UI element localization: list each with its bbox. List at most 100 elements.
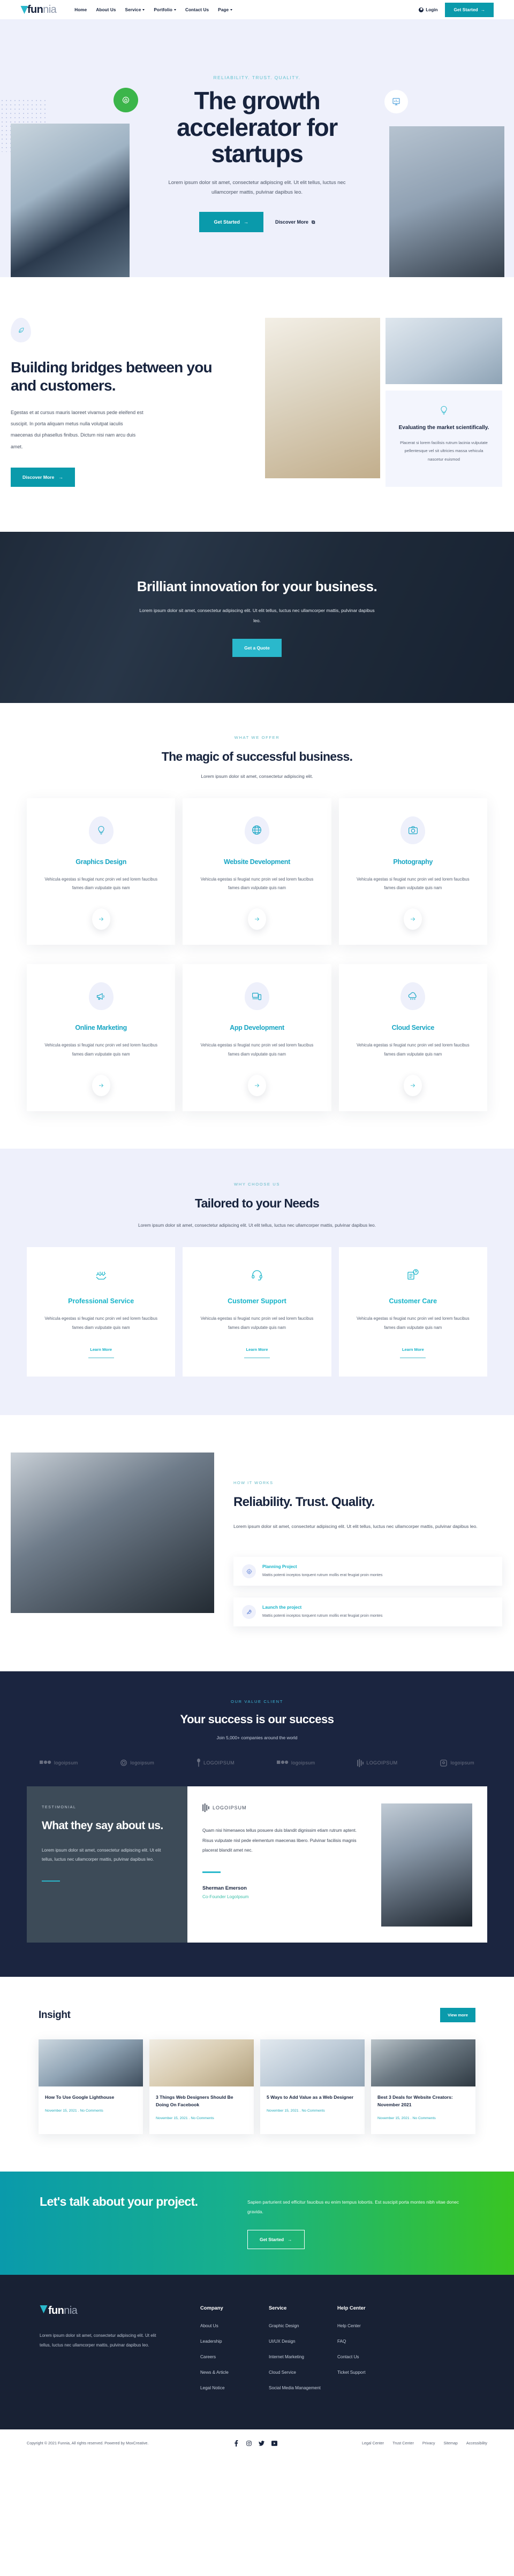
- nav-item-service[interactable]: Service: [125, 7, 145, 12]
- services-wrap: WHAT WE OFFER The magic of successful bu…: [27, 735, 487, 1112]
- brand-logo[interactable]: funnia: [20, 4, 57, 16]
- nav-label: Home: [74, 7, 87, 12]
- how-eyebrow: HOW IT WORKS: [233, 1480, 274, 1485]
- nav-item-page[interactable]: Page: [218, 7, 233, 12]
- footer-link-social-media-management[interactable]: Social Media Management: [269, 2384, 337, 2391]
- service-card[interactable]: App Development Vehicula egestas si feug…: [183, 964, 331, 1112]
- testimonial-quote: Quam nisi himenaeos tellus posuere duis …: [202, 1828, 357, 1853]
- banner-text: Lorem ipsum dolor sit amet, consectetur …: [139, 607, 375, 623]
- service-card-arrow-button[interactable]: [92, 908, 110, 930]
- footer-bottom-bar: Copyright © 2021 Funnia, All rights rese…: [0, 2429, 514, 2457]
- blog-card[interactable]: 3 Things Web Designers Should Be Doing O…: [149, 2039, 254, 2134]
- blog-card[interactable]: How To Use Google Lighthouse November 15…: [39, 2039, 143, 2134]
- footer-link-careers[interactable]: Careers: [200, 2353, 269, 2360]
- target-icon: [242, 1564, 256, 1579]
- footer-link-help-center[interactable]: Help Center: [337, 2322, 406, 2329]
- how-step-body: Planning Project Mattis potenti inceptos…: [262, 1564, 383, 1578]
- testimonial-author-photo: [381, 1803, 472, 1927]
- tailored-card-link[interactable]: Learn More: [41, 1332, 161, 1358]
- hero-discover-more-link[interactable]: Discover More ⧉: [275, 219, 315, 225]
- get-a-quote-button[interactable]: Get a Quote: [232, 638, 282, 657]
- nav-label: Portfolio: [154, 7, 172, 12]
- banner-title: Brilliant innovation for your business.: [137, 578, 377, 594]
- nav-item-about-us[interactable]: About Us: [96, 7, 116, 12]
- tailored-card-link[interactable]: Learn More: [353, 1332, 473, 1358]
- get-started-label: Get Started: [453, 7, 478, 12]
- hero-section: RELIABILITY. TRUST. QUALITY. The growth …: [0, 19, 514, 277]
- footer-link-faq[interactable]: FAQ: [337, 2338, 406, 2345]
- youtube-icon[interactable]: [271, 2440, 278, 2447]
- footer-link-internet-marketing[interactable]: Internet Marketing: [269, 2353, 337, 2360]
- footer-link-graphic-design[interactable]: Graphic Design: [269, 2322, 337, 2329]
- tailored-card-link[interactable]: Learn More: [196, 1332, 317, 1358]
- hero-get-started-button[interactable]: Get Started →: [199, 212, 264, 233]
- chevron-down-icon: [173, 9, 176, 11]
- twitter-icon[interactable]: [259, 2440, 265, 2447]
- footer-link-legal-notice[interactable]: Legal Notice: [200, 2384, 269, 2391]
- growth-badge-icon: [114, 88, 138, 112]
- footer-link-about-us[interactable]: About Us: [200, 2322, 269, 2329]
- footer-bottom-link-privacy[interactable]: Privacy: [422, 2441, 435, 2445]
- how-step-card[interactable]: Launch the project Mattis potenti incept…: [233, 1597, 502, 1627]
- testimonial-card: LOGOIPSUM Quam nisi himenaeos tellus pos…: [187, 1786, 487, 1943]
- footer-bottom-links: Legal Center Trust Center Privacy Sitema…: [362, 2441, 487, 2445]
- view-more-button[interactable]: View more: [440, 2008, 475, 2023]
- cta-get-started-label: Get Started: [260, 2236, 284, 2242]
- blog-card-title: How To Use Google Lighthouse: [45, 2095, 115, 2100]
- login-link[interactable]: Login: [419, 7, 437, 12]
- blog-thumbnail: [149, 2039, 254, 2087]
- service-card-arrow-button[interactable]: [92, 1075, 110, 1097]
- footer-link-news-article[interactable]: News & Article: [200, 2369, 269, 2376]
- how-step-title: Planning Project: [262, 1564, 297, 1570]
- instagram-icon[interactable]: [246, 2440, 252, 2447]
- footer-logo[interactable]: funnia: [40, 2305, 200, 2317]
- service-card[interactable]: Website Development Vehicula egestas si …: [183, 798, 331, 945]
- tailored-card-title: Customer Support: [228, 1297, 286, 1305]
- service-card-arrow-button[interactable]: [404, 1075, 422, 1097]
- footer-bottom-link-trust-center[interactable]: Trust Center: [392, 2441, 414, 2445]
- blog-card-title: 5 Ways to Add Value as a Web Designer: [267, 2095, 354, 2100]
- bridges-discover-more-button[interactable]: Discover More →: [11, 467, 75, 487]
- how-step-card[interactable]: Planning Project Mattis potenti inceptos…: [233, 1557, 502, 1586]
- nav-item-home[interactable]: Home: [74, 7, 87, 12]
- service-card-arrow-button[interactable]: [404, 908, 422, 930]
- service-card[interactable]: Online Marketing Vehicula egestas si feu…: [27, 964, 176, 1112]
- service-card-arrow-button[interactable]: [247, 908, 266, 930]
- service-card[interactable]: Graphics Design Vehicula egestas si feug…: [27, 798, 176, 945]
- service-card-arrow-button[interactable]: [247, 1075, 266, 1097]
- hero-buttons: Get Started → Discover More ⧉: [150, 212, 364, 233]
- site-footer: funnia Lorem ipsum dolor sit amet, conse…: [0, 2274, 514, 2429]
- tailored-card-text: Vehicula egestas si feugiat nunc proin v…: [357, 1316, 470, 1330]
- tailored-card[interactable]: Customer Care Vehicula egestas si feugia…: [338, 1247, 487, 1377]
- footer-bottom-link-sitemap[interactable]: Sitemap: [443, 2441, 457, 2445]
- service-card-text: Vehicula egestas si feugiat nunc proin v…: [200, 876, 314, 891]
- nav-item-contact-us[interactable]: Contact Us: [185, 7, 209, 12]
- service-card-title: Online Marketing: [75, 1024, 127, 1032]
- footer-link-leadership[interactable]: Leadership: [200, 2338, 269, 2345]
- get-started-button[interactable]: Get Started →: [445, 2, 494, 17]
- rocket-icon: [242, 1605, 256, 1619]
- footer-bottom-link-legal-center[interactable]: Legal Center: [362, 2441, 384, 2445]
- blog-card[interactable]: 5 Ways to Add Value as a Web Designer No…: [260, 2039, 365, 2134]
- tailored-card[interactable]: Professional Service Vehicula egestas si…: [27, 1247, 176, 1377]
- nav-item-portfolio[interactable]: Portfolio: [154, 7, 176, 12]
- how-step-body: Launch the project Mattis potenti incept…: [262, 1605, 383, 1619]
- cta-get-started-button[interactable]: Get Started →: [247, 2229, 305, 2249]
- bridges-media: Evaluating the market scientifically. Pl…: [265, 318, 514, 487]
- service-card[interactable]: Cloud Service Vehicula egestas si feugia…: [338, 964, 487, 1112]
- footer-link-uiux-design[interactable]: UI/UX Design: [269, 2338, 337, 2345]
- footer-link-cloud-service[interactable]: Cloud Service: [269, 2369, 337, 2376]
- blog-card[interactable]: Best 3 Deals for Website Creators: Novem…: [371, 2039, 475, 2134]
- cta-layout: Let's talk about your project. Sapien pa…: [27, 2194, 487, 2249]
- analytics-badge-icon: [384, 90, 408, 113]
- footer-bottom-link-accessibility[interactable]: Accessibility: [466, 2441, 487, 2445]
- footer-link-contact-us[interactable]: Contact Us: [337, 2353, 406, 2360]
- facebook-icon[interactable]: [233, 2440, 239, 2447]
- blog-thumbnail: [260, 2039, 365, 2087]
- service-card-title: Website Development: [224, 858, 290, 866]
- footer-link-ticket-support[interactable]: Ticket Support: [337, 2369, 406, 2376]
- tailored-card[interactable]: Customer Support Vehicula egestas si feu…: [183, 1247, 331, 1377]
- banner-content: Brilliant innovation for your business. …: [128, 578, 386, 657]
- success-eyebrow: OUR VALUE CLIENT: [230, 1699, 284, 1704]
- service-card[interactable]: Photography Vehicula egestas si feugiat …: [338, 798, 487, 945]
